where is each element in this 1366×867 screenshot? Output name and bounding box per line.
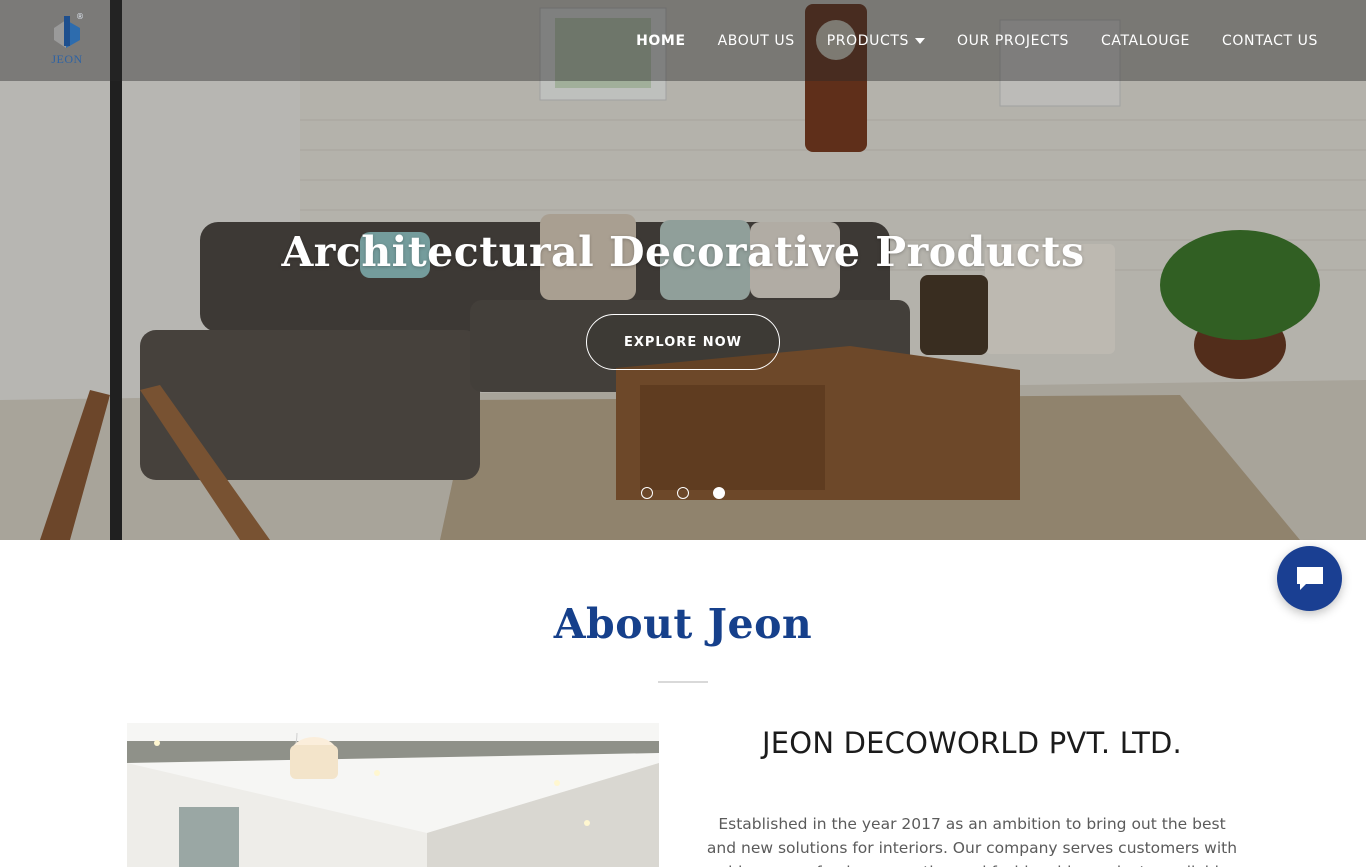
slider-dot-1[interactable]: [641, 487, 653, 499]
nav-item-contact-us[interactable]: CONTACT US: [1222, 33, 1318, 49]
about-section-title: About Jeon: [553, 600, 813, 648]
about-image: [127, 723, 659, 867]
slider-dot-2[interactable]: [677, 487, 689, 499]
logo-text: JEON: [51, 52, 83, 66]
interior-photo: [127, 723, 659, 867]
top-navigation-bar: ® JEON HOME ABOUT US PRODUCTS OUR PROJEC…: [0, 0, 1366, 81]
slider-pagination: [641, 487, 725, 499]
hero-title: Architectural Decorative Products: [281, 228, 1085, 276]
registered-mark: ®: [76, 12, 84, 21]
nav-item-home[interactable]: HOME: [636, 33, 686, 49]
nav-item-our-projects[interactable]: OUR PROJECTS: [957, 33, 1069, 49]
slider-dot-3[interactable]: [713, 487, 725, 499]
hero-slider: ® JEON HOME ABOUT US PRODUCTS OUR PROJEC…: [0, 0, 1366, 540]
jeon-logo[interactable]: ® JEON: [46, 12, 88, 66]
nav-item-about-us[interactable]: ABOUT US: [718, 33, 795, 49]
about-description: Established in the year 2017 as an ambit…: [706, 815, 1238, 867]
section-divider: [658, 681, 708, 683]
nav-item-products[interactable]: PRODUCTS: [827, 33, 925, 49]
company-name: JEON DECOWORLD PVT. LTD.: [762, 726, 1182, 760]
main-nav: HOME ABOUT US PRODUCTS OUR PROJECTS CATA…: [604, 33, 1318, 49]
explore-now-button[interactable]: EXPLORE NOW: [586, 314, 780, 370]
chat-button[interactable]: [1277, 546, 1342, 611]
caret-down-icon: [915, 38, 925, 44]
nav-item-catalouge[interactable]: CATALOUGE: [1101, 33, 1190, 49]
nav-item-products-label: PRODUCTS: [826, 33, 909, 49]
chat-bubble-icon: [1296, 566, 1323, 590]
